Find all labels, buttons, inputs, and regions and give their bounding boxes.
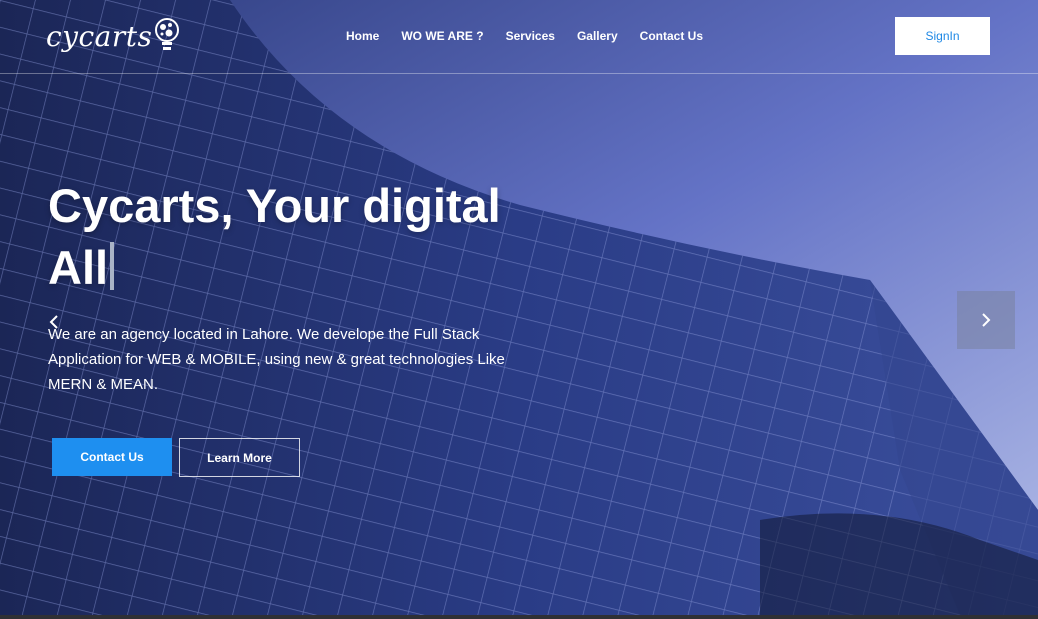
- main-nav: Home WO WE ARE ? Services Gallery Contac…: [346, 29, 725, 43]
- learn-more-button[interactable]: Learn More: [179, 438, 300, 477]
- carousel-next-button[interactable]: [957, 291, 1015, 349]
- building-background-image: [0, 0, 1038, 615]
- hero-headline: Cycarts, Your digital All: [48, 175, 501, 299]
- carousel-prev-button[interactable]: [44, 308, 64, 336]
- nav-home[interactable]: Home: [346, 29, 379, 43]
- navbar: cycarts Home WO WE ARE ? Services Galler…: [0, 0, 1038, 74]
- lightbulb-gear-icon: [155, 18, 180, 50]
- hero-section: cycarts Home WO WE ARE ? Services Galler…: [0, 0, 1038, 615]
- brand-name: cycarts: [46, 19, 153, 53]
- page-bottom-edge: [0, 615, 1038, 619]
- headline-line-1: Cycarts, Your digital: [48, 179, 501, 232]
- nav-services[interactable]: Services: [506, 29, 555, 43]
- signin-button[interactable]: SignIn: [895, 17, 990, 55]
- chevron-left-icon: [49, 315, 58, 329]
- brand-logo[interactable]: cycarts: [46, 14, 180, 58]
- chevron-right-icon: [982, 313, 991, 327]
- typing-caret: [110, 242, 115, 290]
- typed-text: All: [48, 241, 109, 294]
- headline-line-2: All: [48, 237, 501, 299]
- nav-gallery[interactable]: Gallery: [577, 29, 618, 43]
- hero-description: We are an agency located in Lahore. We d…: [48, 326, 505, 393]
- nav-contact-us[interactable]: Contact Us: [640, 29, 703, 43]
- contact-us-button[interactable]: Contact Us: [52, 438, 172, 476]
- nav-who-we-are[interactable]: WO WE ARE ?: [401, 29, 483, 43]
